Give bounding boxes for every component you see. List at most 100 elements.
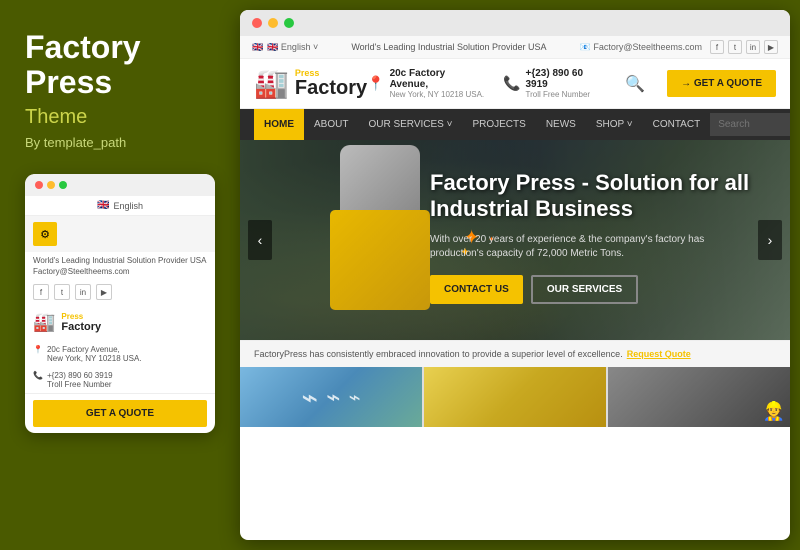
mobile-logo-factory: Factory [61, 321, 101, 333]
our-services-button[interactable]: OUR SERVICES [531, 275, 638, 304]
theme-title: Factory Press [25, 30, 215, 100]
get-quote-button[interactable]: → GET A QUOTE [667, 70, 776, 97]
li-icon[interactable]: in [746, 40, 760, 54]
mobile-cta-button[interactable]: GET A QUOTE [33, 400, 207, 427]
mobile-logo-press: Press [61, 312, 101, 321]
header-phone: 📞 +{23) 890 60 3919 Troll Free Number [503, 68, 607, 99]
mobile-preview: 🇬🇧 English ⚙ World's Leading Industrial … [25, 174, 215, 433]
bottom-thumbnails: ⌁ ⌁ ⌁ 👷 [240, 367, 790, 427]
info-banner: FactoryPress has consistently embraced i… [240, 340, 790, 367]
nav-services[interactable]: OUR SERVICES ˅ [358, 109, 462, 140]
logo-factory-icon: 🏭 [254, 67, 289, 100]
browser-dot-green [284, 18, 294, 28]
info-banner-text: FactoryPress has consistently embraced i… [254, 349, 623, 359]
workers-icon: 👷 [763, 401, 785, 422]
tw-icon[interactable]: t [728, 40, 742, 54]
windmill-icon1: ⌁ [301, 381, 318, 414]
thumb-windmill: ⌁ ⌁ ⌁ [240, 367, 422, 427]
facebook-icon[interactable]: f [33, 284, 49, 300]
theme-subtitle: Theme [25, 106, 215, 129]
mobile-chrome [25, 174, 215, 196]
search-input[interactable] [710, 113, 790, 136]
request-quote-link[interactable]: Request Quote [627, 349, 691, 359]
thumb-workers: 👷 [608, 367, 790, 427]
thumb-industrial [424, 367, 606, 427]
topbar-right: 📧 Factory@Steeltheems.com f t in ▶ [580, 40, 778, 54]
helmet [340, 145, 420, 215]
hero-content: Factory Press - Solution for all Industr… [430, 170, 760, 304]
location-icon: 📍 [367, 75, 384, 92]
mobile-address: 📍 20c Factory Avenue, New York, NY 10218… [25, 341, 215, 367]
topbar-email: 📧 Factory@Steeltheems.com [580, 42, 702, 53]
mobile-dot-red [35, 181, 43, 189]
phone-number: +{23) 890 60 3919 [525, 68, 607, 90]
site-content: 🇬🇧 🇬🇧 English ˅ World's Leading Industri… [240, 36, 790, 540]
hero-next-button[interactable]: › [758, 220, 782, 260]
address-icon: 📍 [33, 345, 43, 354]
mobile-phone-number: +{23) 890 60 3919 [47, 371, 113, 380]
nav-news[interactable]: NEWS [536, 109, 586, 140]
mobile-email: Factory@Steeltheems.com [33, 267, 207, 276]
topbar-language[interactable]: 🇬🇧 English ˅ [267, 42, 318, 53]
hero-prev-button[interactable]: ‹ [248, 220, 272, 260]
mobile-socials: f t in ▶ [25, 280, 215, 304]
phone-text: +{23) 890 60 3919 Troll Free Number [525, 68, 607, 99]
nav-home[interactable]: HOME [254, 109, 304, 140]
mobile-language: English [113, 201, 143, 211]
phone-icon: 📞 [33, 371, 43, 380]
nav-contact[interactable]: CONTACT [643, 109, 711, 140]
hero-section: ✦ ✦ ✦ Factory Press - Solution for all I… [240, 140, 790, 340]
thumb-3-content: 👷 [608, 367, 790, 427]
header-address: 📍 20c Factory Avenue, New York, NY 10218… [367, 68, 485, 99]
jacket [330, 210, 430, 310]
left-panel: Factory Press Theme By template_path 🇬🇧 … [0, 0, 240, 550]
flag-icon: 🇬🇧 [97, 200, 109, 211]
nav-projects[interactable]: PROJECTS [462, 109, 535, 140]
site-logo: 🏭 Press Factory [254, 67, 367, 100]
topbar-flag: 🇬🇧 [252, 42, 263, 53]
gear-icon[interactable]: ⚙ [33, 222, 57, 246]
mobile-address-line1: 20c Factory Avenue, [47, 345, 142, 354]
address-text: 20c Factory Avenue, New York, NY 10218 U… [390, 68, 485, 99]
topbar-left: 🇬🇧 🇬🇧 English ˅ [252, 42, 318, 53]
nav-search: 🔍 [710, 111, 790, 139]
logo-factory-text: Factory [295, 78, 367, 98]
mobile-topbar: 🇬🇧 English [25, 196, 215, 216]
fb-icon[interactable]: f [710, 40, 724, 54]
mobile-info-bar: World's Leading Industrial Solution Prov… [25, 252, 215, 280]
mobile-logo-icon: 🏭 [33, 312, 55, 333]
youtube-icon[interactable]: ▶ [96, 284, 112, 300]
windmill-icon2: ⌁ [326, 383, 340, 412]
topbar-socials: f t in ▶ [710, 40, 778, 54]
logo-text-wrap: Press Factory [295, 69, 367, 98]
theme-author: By template_path [25, 135, 215, 150]
contact-us-button[interactable]: CONTACT US [430, 275, 523, 304]
mobile-phone: 📞 +{23) 890 60 3919 Troll Free Number [25, 367, 215, 394]
address-line2: New York, NY 10218 USA. [390, 90, 485, 99]
mobile-address-line2: New York, NY 10218 USA. [47, 354, 142, 363]
site-header: 🏭 Press Factory 📍 20c Factory Avenue, Ne… [240, 59, 790, 109]
mobile-tagline: World's Leading Industrial Solution Prov… [33, 256, 207, 265]
yt-icon[interactable]: ▶ [764, 40, 778, 54]
header-info: 📍 20c Factory Avenue, New York, NY 10218… [367, 68, 776, 99]
mobile-dot-yellow [47, 181, 55, 189]
nav-about[interactable]: ABOUT [304, 109, 358, 140]
browser-window: 🇬🇧 🇬🇧 English ˅ World's Leading Industri… [240, 10, 790, 540]
twitter-icon[interactable]: t [54, 284, 70, 300]
windmill-icon3: ⌁ [349, 385, 361, 410]
site-topbar: 🇬🇧 🇬🇧 English ˅ World's Leading Industri… [240, 36, 790, 59]
phone-icon: 📞 [503, 75, 520, 92]
site-nav: HOME ABOUT OUR SERVICES ˅ PROJECTS NEWS … [240, 109, 790, 140]
topbar-tagline: World's Leading Industrial Solution Prov… [351, 42, 546, 52]
thumb-1-content: ⌁ ⌁ ⌁ [240, 367, 422, 427]
browser-chrome [240, 10, 790, 36]
hero-text: With over 20 years of experience & the c… [430, 233, 760, 261]
phone-sub: Troll Free Number [525, 90, 607, 99]
header-search-icon[interactable]: 🔍 [625, 74, 645, 94]
nav-shop[interactable]: SHOP ˅ [586, 109, 643, 140]
linkedin-icon[interactable]: in [75, 284, 91, 300]
hero-buttons: CONTACT US OUR SERVICES [430, 275, 760, 304]
hero-title: Factory Press - Solution for all Industr… [430, 170, 760, 223]
browser-dot-red [252, 18, 262, 28]
mobile-dot-green [59, 181, 67, 189]
